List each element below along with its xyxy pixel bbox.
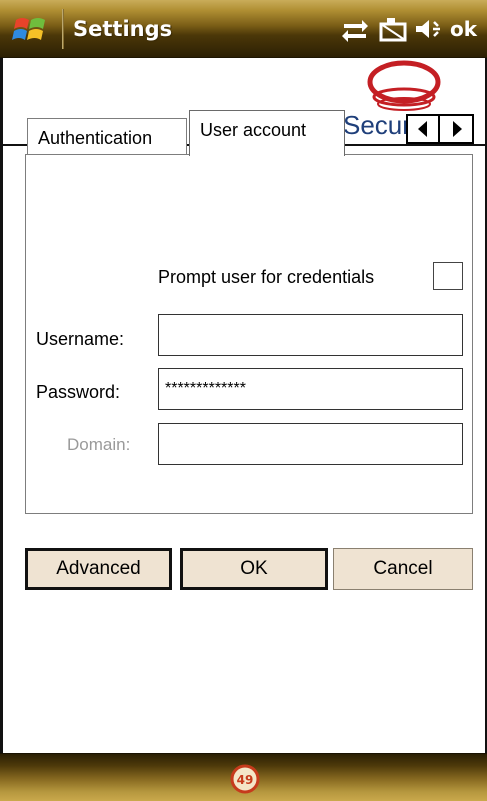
domain-field[interactable]: [158, 423, 463, 465]
prompt-credentials-label: Prompt user for credentials: [158, 267, 375, 287]
password-field[interactable]: [158, 368, 463, 410]
tab-scroll-right-button[interactable]: [442, 116, 474, 142]
password-label: Password:: [36, 382, 121, 402]
tab-user-account[interactable]: User account: [189, 110, 345, 156]
prompt-credentials-checkbox[interactable]: [433, 262, 463, 290]
keyboard-input-icon[interactable]: 49: [230, 764, 260, 794]
arrow-right-icon: [453, 121, 462, 137]
username-label: Username:: [36, 329, 125, 349]
title-separator: [62, 9, 64, 49]
volume-icon[interactable]: [414, 16, 446, 42]
battery-icon[interactable]: [378, 16, 410, 44]
cancel-button[interactable]: Cancel: [333, 548, 473, 590]
connectivity-icon[interactable]: [340, 16, 370, 42]
tab-authentication[interactable]: Authentication: [27, 118, 187, 156]
domain-label: Domain:: [67, 435, 131, 454]
title-bar: Settings ok: [0, 0, 487, 58]
securew2-logo-icon: [367, 60, 441, 111]
page-title: Settings: [73, 17, 173, 41]
windows-start-icon[interactable]: [10, 12, 54, 48]
username-field[interactable]: [158, 314, 463, 356]
ok-dialog-button[interactable]: OK: [180, 548, 328, 590]
arrow-left-icon: [418, 121, 427, 137]
tab-scroll-left-button[interactable]: [408, 116, 440, 142]
ok-button[interactable]: ok: [450, 17, 477, 41]
svg-text:49: 49: [237, 773, 254, 787]
advanced-button[interactable]: Advanced: [25, 548, 172, 590]
bottom-bar: 49: [0, 753, 487, 801]
tab-scroll-control: [406, 114, 474, 144]
